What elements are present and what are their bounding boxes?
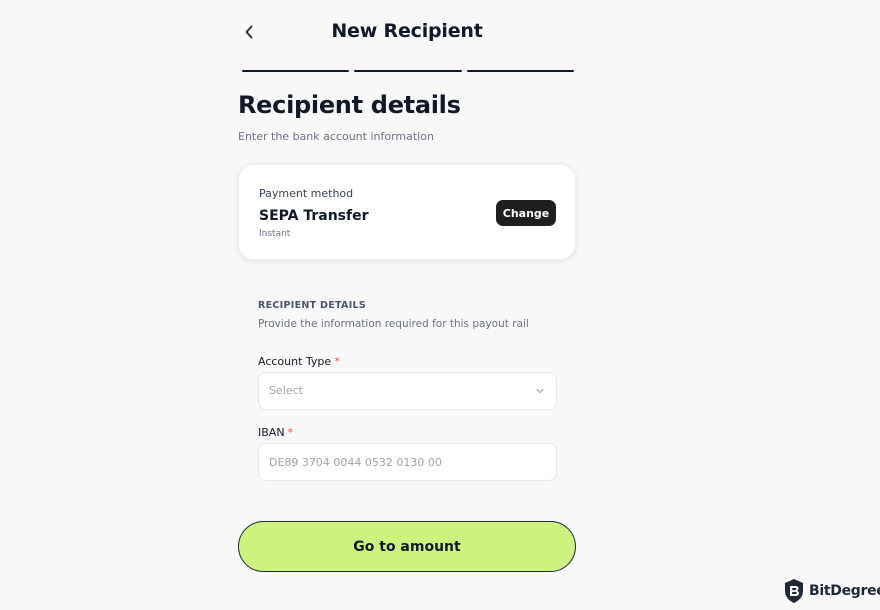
account-type-select[interactable]: Select [258, 372, 557, 410]
payment-method-label: Payment method [259, 187, 354, 200]
payment-method-speed: Instant [259, 229, 291, 239]
step-indicator-2 [354, 70, 462, 72]
required-marker: * [287, 426, 294, 439]
account-type-label-text: Account Type [258, 355, 332, 368]
step-indicator-1 [242, 70, 350, 72]
section-subtitle: Enter the bank account information [238, 130, 434, 143]
payment-method-name: SEPA Transfer [259, 208, 369, 224]
step-indicator-3 [466, 70, 574, 72]
recipient-details-description: Provide the information required for thi… [258, 318, 529, 330]
iban-input[interactable] [258, 443, 557, 481]
iban-label-text: IBAN [258, 426, 285, 439]
new-recipient-page: New Recipient Recipient details Enter th… [0, 0, 880, 610]
account-type-label: Account Type * [258, 355, 340, 368]
chevron-down-icon [536, 388, 544, 394]
page-title: New Recipient [331, 20, 483, 42]
account-type-select-value: Select [269, 384, 303, 397]
payment-method-card: Payment method SEPA Transfer Instant Cha… [238, 164, 576, 260]
change-payment-method-button[interactable]: Change [496, 200, 556, 226]
required-marker: * [334, 355, 340, 368]
go-to-amount-button[interactable]: Go to amount [238, 521, 576, 572]
watermark: BitDegree [783, 578, 880, 604]
page-header: New Recipient [238, 12, 576, 56]
watermark-text: BitDegree [809, 583, 880, 599]
progress-stepper [242, 70, 574, 73]
iban-label: IBAN * [258, 426, 293, 439]
bitdegree-shield-logo [785, 579, 803, 603]
section-title: Recipient details [238, 91, 461, 119]
recipient-details-heading: RECIPIENT DETAILS [258, 300, 367, 311]
